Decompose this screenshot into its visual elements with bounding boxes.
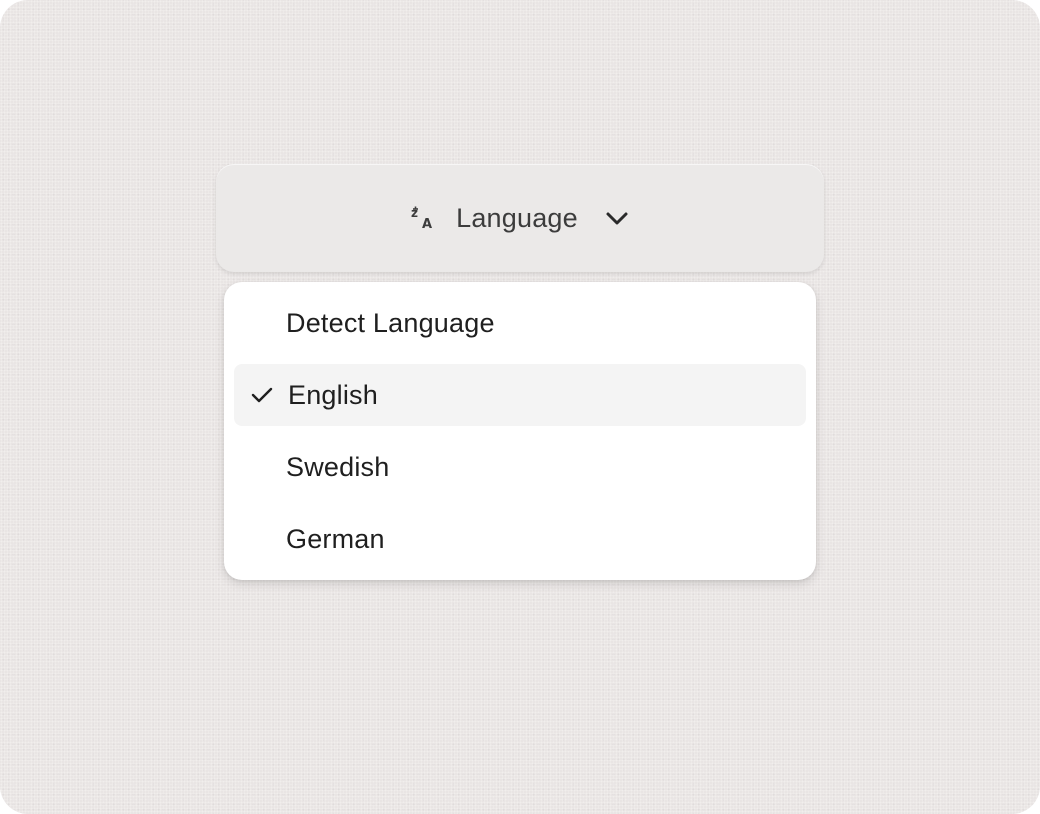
option-label: Detect Language	[286, 307, 495, 338]
option-label: English	[288, 379, 378, 410]
svg-text:A: A	[422, 217, 432, 231]
option-german[interactable]: German	[234, 508, 806, 570]
svg-text:z: z	[411, 206, 418, 220]
dropdown-label: Language	[456, 202, 578, 233]
option-detect-language[interactable]: Detect Language	[234, 292, 806, 354]
option-swedish[interactable]: Swedish	[234, 436, 806, 498]
app-canvas: z A Language Detect Language English Swe…	[0, 0, 1040, 814]
language-dropdown-menu: Detect Language English Swedish German	[224, 282, 816, 580]
checkmark-icon	[250, 383, 274, 407]
option-label: Swedish	[286, 451, 390, 482]
translate-icon: z A	[410, 205, 436, 231]
chevron-down-icon	[604, 205, 630, 231]
option-english[interactable]: English	[234, 364, 806, 426]
option-label: German	[286, 523, 385, 554]
language-dropdown-trigger[interactable]: z A Language	[216, 164, 824, 272]
